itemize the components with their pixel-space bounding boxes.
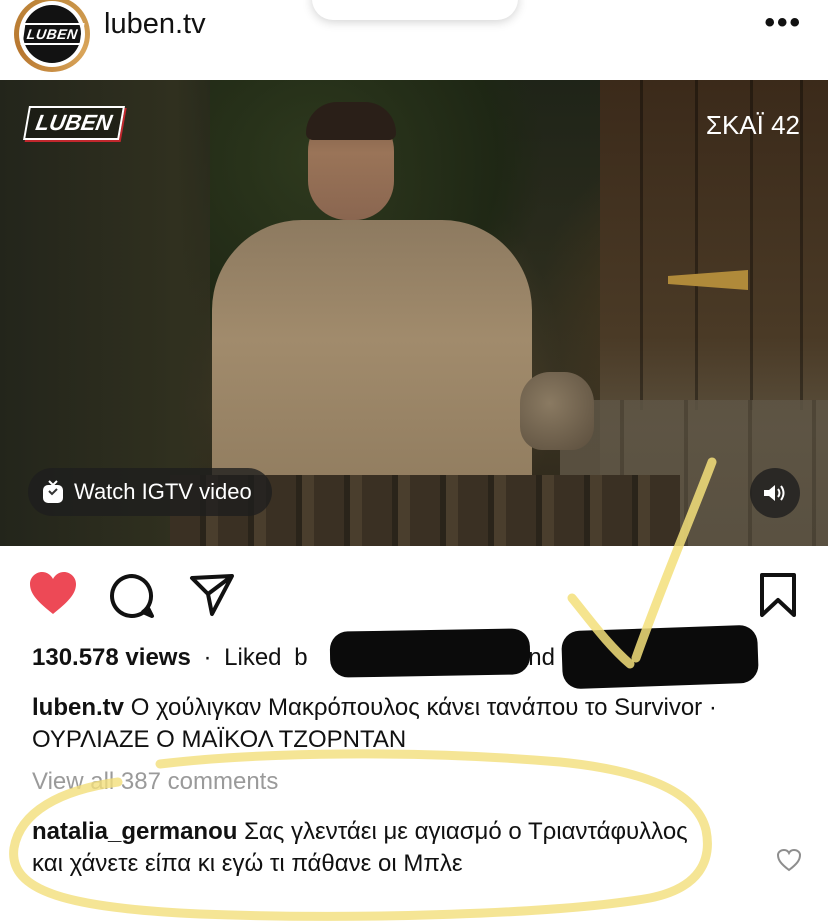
- avatar-logo-text: LUBEN: [20, 23, 84, 45]
- post-username[interactable]: luben.tv: [104, 8, 206, 41]
- comment-icon[interactable]: [108, 572, 156, 620]
- liked-by-label: Liked: [224, 644, 282, 671]
- action-bar: [0, 560, 828, 630]
- redaction-bar-2: [561, 624, 759, 690]
- broadcast-watermark: ΣΚΑΪ 42: [705, 110, 800, 140]
- bookmark-icon[interactable]: [758, 572, 798, 618]
- comment-like-heart-icon[interactable]: [776, 848, 802, 872]
- igtv-icon: [43, 480, 63, 503]
- liked-by-name[interactable]: b: [294, 644, 307, 671]
- post-caption: luben.tv Ο χούλιγκαν Μακρόπουλος κάνει τ…: [32, 692, 792, 756]
- channel-logo: LUBEN: [23, 106, 125, 140]
- views-count[interactable]: 130.578 views: [32, 644, 191, 671]
- caption-text: Ο χούλιγκαν Μακρόπουλος κάνει τανάπου το…: [32, 694, 717, 753]
- skull: [520, 372, 594, 450]
- watch-igtv-label: Watch IGTV video: [74, 479, 252, 504]
- comment-username[interactable]: natalia_germanou: [32, 818, 237, 845]
- caption-username[interactable]: luben.tv: [32, 694, 124, 721]
- heart-filled-icon[interactable]: [28, 570, 78, 616]
- avatar[interactable]: LUBEN: [14, 0, 90, 72]
- more-options-button[interactable]: •••: [764, 6, 802, 40]
- view-all-comments-link[interactable]: View all 387 comments: [32, 768, 278, 796]
- watch-igtv-button[interactable]: Watch IGTV video: [28, 468, 272, 516]
- notch-pill: [312, 0, 518, 20]
- speaker-icon: [764, 485, 785, 501]
- sound-toggle-button[interactable]: [750, 468, 800, 518]
- paper-plane-icon[interactable]: [188, 572, 236, 618]
- video-player[interactable]: LUBEN ΣΚΑΪ 42 Watch IGTV video: [0, 80, 828, 546]
- comment-item: natalia_germanou Σας γλεντάει με αγιασμό…: [32, 816, 712, 880]
- redaction-bar-1: [329, 628, 531, 678]
